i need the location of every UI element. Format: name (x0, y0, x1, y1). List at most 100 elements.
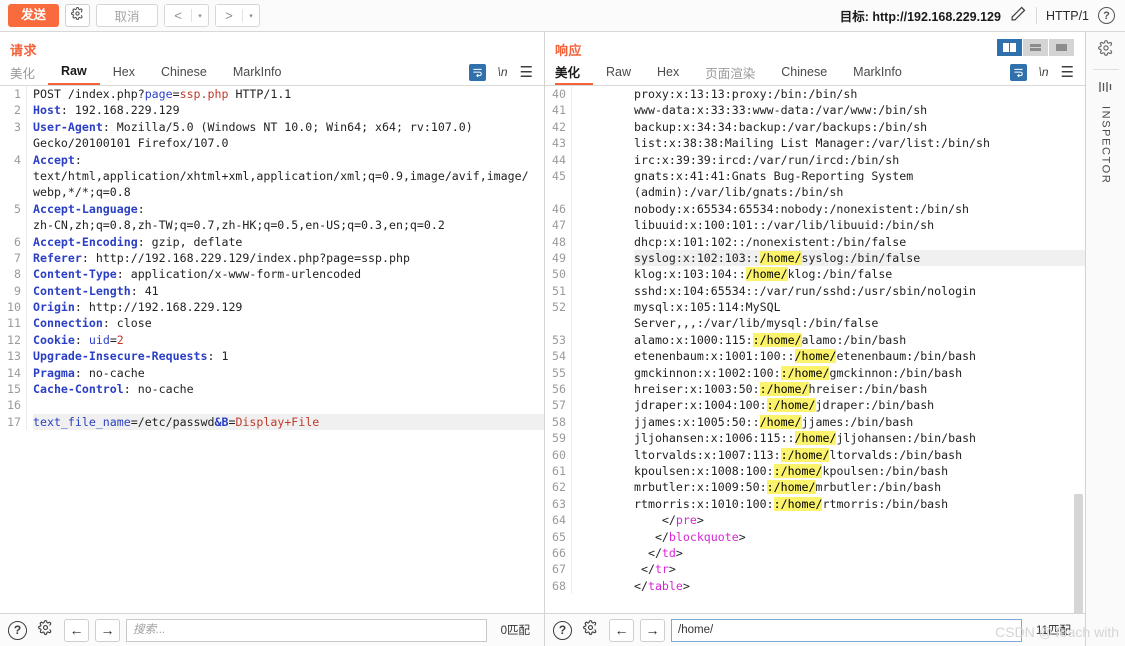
response-lines: proxy:x:13:13:proxy:/bin:/bin/sh www-dat… (572, 86, 1085, 594)
request-line: Connection: close (33, 316, 152, 331)
line-number: 51 (552, 283, 566, 298)
request-line: Gecko/20100101 Firefox/107.0 (33, 136, 229, 151)
send-button[interactable]: 发送 (8, 4, 60, 27)
line-number (545, 315, 566, 331)
response-line: syslog:x:102:103::/home/syslog:/bin/fals… (634, 249, 1085, 267)
line-number: 14 (7, 365, 21, 380)
request-body-view[interactable]: 1 2 3 4 5 6 7 8 9 10 11 12 13 14 15 16 1… (0, 86, 544, 613)
line-number: 50 (552, 267, 566, 282)
response-body-view[interactable]: 40 41 42 43 44 45 46 47 48 49 50 51 52 5… (545, 86, 1085, 613)
request-line: Content-Length: 41 (33, 283, 159, 298)
view-mode-stacked-icon[interactable] (1023, 39, 1048, 56)
forward-nav-button[interactable]: > ▾ (215, 4, 261, 27)
rail-divider (1092, 69, 1119, 70)
app-root: 发送 取消 < ▾ > ▾ 目标: http://192.168.229.129 (0, 0, 1125, 646)
line-number: 5 (14, 201, 21, 216)
back-nav-button[interactable]: < ▾ (164, 4, 210, 27)
search-settings-button[interactable] (578, 619, 603, 642)
response-gutter: 40 41 42 43 44 45 46 47 48 49 50 51 52 5… (545, 86, 572, 595)
help-icon[interactable]: ? (553, 620, 572, 640)
pencil-icon[interactable] (1010, 5, 1027, 27)
tab-response-raw[interactable]: Raw (593, 59, 644, 85)
response-line: gnats:x:41:41:Gnats Bug-Reporting System (634, 168, 914, 183)
tab-response-markinfo[interactable]: MarkInfo (840, 59, 915, 85)
response-line: (admin):/var/lib/gnats:/bin/sh (634, 185, 844, 200)
hamburger-menu-icon[interactable]: ☰ (1061, 65, 1074, 80)
request-panel: 请求 美化 Raw Hex Chinese MarkInfo \n ☰ 1 2 … (0, 32, 545, 646)
help-icon[interactable]: ? (1098, 7, 1115, 24)
request-body-line: text_file_name=/etc/passwd&B=Display+Fil… (33, 413, 544, 431)
tab-response-hex[interactable]: Hex (644, 59, 692, 85)
line-number: 65 (552, 529, 566, 544)
toolbar-divider (1035, 7, 1037, 24)
http-version-label[interactable]: HTTP/1 (1046, 9, 1089, 23)
line-number (545, 184, 566, 200)
gear-icon[interactable] (1097, 40, 1114, 61)
tab-request-chinese[interactable]: Chinese (148, 59, 220, 85)
tab-response-render[interactable]: 页面渲染 (692, 59, 768, 85)
line-number: 6 (14, 234, 21, 249)
response-line: hreiser:x:1003:50::/home/hreiser:/bin/ba… (634, 382, 928, 397)
request-line: Accept-Language: (33, 201, 145, 216)
forward-arrow-icon: > (216, 5, 243, 26)
request-tabs: 美化 Raw Hex Chinese MarkInfo \n ☰ (0, 59, 544, 86)
response-line: mysql:x:105:114:MySQL (634, 300, 781, 315)
tab-request-beautify[interactable]: 美化 (10, 59, 48, 85)
search-prev-button[interactable]: ← (64, 618, 89, 642)
tab-request-markinfo[interactable]: MarkInfo (220, 59, 295, 85)
response-line: list:x:38:38:Mailing List Manager:/var/l… (634, 136, 990, 151)
request-line: Cookie: uid=2 (33, 332, 124, 347)
tab-response-beautify[interactable]: 美化 (555, 59, 594, 85)
hamburger-menu-icon[interactable]: ☰ (520, 65, 533, 80)
response-line: irc:x:39:39:ircd:/var/run/ircd:/bin/sh (634, 152, 900, 167)
tab-response-chinese[interactable]: Chinese (768, 59, 840, 85)
search-next-button[interactable]: → (640, 618, 665, 642)
line-number: 66 (552, 545, 566, 560)
response-scrollbar[interactable] (1074, 494, 1083, 613)
response-line: dhcp:x:101:102::/nonexistent:/bin/false (634, 234, 907, 249)
response-search-input[interactable] (671, 618, 1023, 642)
request-line: Content-Type: application/x-www-form-url… (33, 267, 362, 282)
chevron-down-icon[interactable]: ▾ (192, 5, 208, 26)
newline-toggle-icon[interactable]: \n (498, 65, 508, 79)
response-line: ltorvalds:x:1007:113::/home/ltorvalds:/b… (634, 447, 963, 462)
request-line: Referer: http://192.168.229.129/index.ph… (33, 250, 410, 265)
request-line: webp,*/*;q=0.8 (33, 185, 131, 200)
request-line: text/html,application/xhtml+xml,applicat… (33, 168, 529, 183)
tab-request-hex[interactable]: Hex (100, 59, 148, 85)
line-number: 48 (552, 234, 566, 249)
line-number (0, 168, 21, 184)
help-icon[interactable]: ? (8, 620, 27, 640)
view-mode-split-icon[interactable] (997, 39, 1022, 56)
view-mode-single-icon[interactable] (1049, 39, 1074, 56)
request-line: Cache-Control: no-cache (33, 382, 194, 397)
chevron-down-icon[interactable]: ▾ (243, 5, 259, 26)
line-number: 60 (552, 447, 566, 462)
response-line: etenenbaum:x:1001:100::/home/etenenbaum:… (634, 349, 977, 364)
response-line: www-data:x:33:33:www-data:/var/www:/bin/… (634, 103, 928, 118)
inspector-label[interactable]: INSPECTOR (1100, 106, 1112, 184)
response-line: </pre> (634, 513, 704, 528)
line-number: 61 (552, 463, 566, 478)
newline-toggle-icon[interactable]: \n (1039, 65, 1049, 79)
panel-columns-icon[interactable] (1098, 80, 1113, 98)
response-line: jdraper:x:1004:100::/home/jdraper:/bin/b… (634, 398, 935, 413)
wrap-lines-icon[interactable] (468, 63, 486, 81)
wrap-lines-icon[interactable] (1009, 63, 1027, 81)
cancel-button[interactable]: 取消 (96, 4, 159, 27)
line-number: 63 (552, 496, 566, 511)
request-search-input[interactable] (126, 618, 487, 642)
line-number: 7 (14, 250, 21, 265)
response-line: nobody:x:65534:65534:nobody:/nonexistent… (634, 201, 970, 216)
response-line: kpoulsen:x:1008:100::/home/kpoulsen:/bin… (634, 463, 949, 478)
line-number: 17 (7, 414, 21, 429)
settings-button[interactable] (65, 4, 91, 27)
line-number: 58 (552, 414, 566, 429)
search-prev-button[interactable]: ← (609, 618, 634, 642)
request-match-count: 0匹配 (500, 625, 530, 637)
response-column: 响应 美化 Raw Hex 页面渲染 Chinese MarkInfo \n ☰… (545, 32, 1125, 646)
search-settings-button[interactable] (33, 619, 58, 642)
tab-request-raw[interactable]: Raw (48, 59, 100, 85)
search-next-button[interactable]: → (95, 618, 120, 642)
line-number: 64 (552, 513, 566, 528)
